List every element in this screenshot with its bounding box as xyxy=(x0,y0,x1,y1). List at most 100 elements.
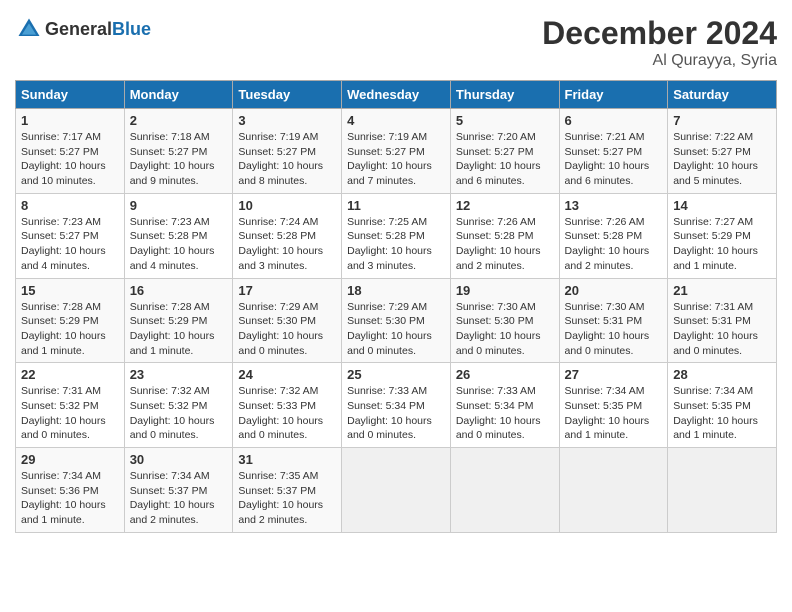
col-saturday: Saturday xyxy=(668,81,777,109)
month-title: December 2024 xyxy=(542,15,777,52)
day-number: 17 xyxy=(238,283,336,298)
calendar-cell: 16 Sunrise: 7:28 AM Sunset: 5:29 PM Dayli… xyxy=(124,278,233,363)
day-number: 13 xyxy=(565,198,663,213)
day-number: 29 xyxy=(21,452,119,467)
day-info: Sunrise: 7:32 AM Sunset: 5:33 PM Dayligh… xyxy=(238,384,336,443)
calendar-table: Sunday Monday Tuesday Wednesday Thursday… xyxy=(15,80,777,533)
title-area: December 2024 Al Qurayya, Syria xyxy=(542,15,777,70)
day-number: 28 xyxy=(673,367,771,382)
day-info: Sunrise: 7:33 AM Sunset: 5:34 PM Dayligh… xyxy=(456,384,554,443)
calendar-cell: 10Sunrise: 7:24 AM Sunset: 5:28 PM Dayli… xyxy=(233,193,342,278)
calendar-cell: 9 Sunrise: 7:23 AM Sunset: 5:28 PM Daylig… xyxy=(124,193,233,278)
calendar-cell: 30 Sunrise: 7:34 AM Sunset: 5:37 PM Dayli… xyxy=(124,448,233,533)
calendar-cell: 12 Sunrise: 7:26 AM Sunset: 5:28 PM Dayli… xyxy=(450,193,559,278)
day-info: Sunrise: 7:31 AM Sunset: 5:31 PM Dayligh… xyxy=(673,300,771,359)
day-number: 16 xyxy=(130,283,228,298)
day-info: Sunrise: 7:34 AM Sunset: 5:36 PM Dayligh… xyxy=(21,469,119,528)
day-info: Sunrise: 7:21 AM Sunset: 5:27 PM Dayligh… xyxy=(565,130,663,189)
location-title: Al Qurayya, Syria xyxy=(542,52,777,70)
calendar-cell: 26Sunrise: 7:33 AM Sunset: 5:34 PM Dayli… xyxy=(450,363,559,448)
calendar-cell: 2 Sunrise: 7:18 AM Sunset: 5:27 PM Daylig… xyxy=(124,109,233,194)
day-number: 8 xyxy=(21,198,119,213)
day-info: Sunrise: 7:19 AM Sunset: 5:27 PM Dayligh… xyxy=(347,130,445,189)
page-header: GeneralBlue December 2024 Al Qurayya, Sy… xyxy=(15,15,777,70)
calendar-header-row: Sunday Monday Tuesday Wednesday Thursday… xyxy=(16,81,777,109)
calendar-cell: 24 Sunrise: 7:32 AM Sunset: 5:33 PM Dayli… xyxy=(233,363,342,448)
calendar-cell: 21 Sunrise: 7:31 AM Sunset: 5:31 PM Dayli… xyxy=(668,278,777,363)
day-number: 24 xyxy=(238,367,336,382)
calendar-cell: 4 Sunrise: 7:19 AM Sunset: 5:27 PM Daylig… xyxy=(342,109,451,194)
calendar-cell: 7 Sunrise: 7:22 AM Sunset: 5:27 PM Daylig… xyxy=(668,109,777,194)
calendar-cell: 3Sunrise: 7:19 AM Sunset: 5:27 PM Daylig… xyxy=(233,109,342,194)
day-info: Sunrise: 7:28 AM Sunset: 5:29 PM Dayligh… xyxy=(21,300,119,359)
calendar-cell: 31Sunrise: 7:35 AM Sunset: 5:37 PM Dayli… xyxy=(233,448,342,533)
day-info: Sunrise: 7:23 AM Sunset: 5:28 PM Dayligh… xyxy=(130,215,228,274)
day-number: 12 xyxy=(456,198,554,213)
calendar-cell: 19Sunrise: 7:30 AM Sunset: 5:30 PM Dayli… xyxy=(450,278,559,363)
day-number: 5 xyxy=(456,113,554,128)
day-info: Sunrise: 7:32 AM Sunset: 5:32 PM Dayligh… xyxy=(130,384,228,443)
day-number: 19 xyxy=(456,283,554,298)
logo: GeneralBlue xyxy=(15,15,151,43)
logo-icon xyxy=(15,15,43,43)
day-number: 21 xyxy=(673,283,771,298)
calendar-cell: 18Sunrise: 7:29 AM Sunset: 5:30 PM Dayli… xyxy=(342,278,451,363)
day-info: Sunrise: 7:30 AM Sunset: 5:31 PM Dayligh… xyxy=(565,300,663,359)
calendar-cell: 29 Sunrise: 7:34 AM Sunset: 5:36 PM Dayli… xyxy=(16,448,125,533)
col-monday: Monday xyxy=(124,81,233,109)
calendar-week-row: 15 Sunrise: 7:28 AM Sunset: 5:29 PM Dayli… xyxy=(16,278,777,363)
day-info: Sunrise: 7:26 AM Sunset: 5:28 PM Dayligh… xyxy=(456,215,554,274)
calendar-cell: 23 Sunrise: 7:32 AM Sunset: 5:32 PM Dayli… xyxy=(124,363,233,448)
day-info: Sunrise: 7:31 AM Sunset: 5:32 PM Dayligh… xyxy=(21,384,119,443)
day-number: 25 xyxy=(347,367,445,382)
day-number: 31 xyxy=(238,452,336,467)
day-info: Sunrise: 7:18 AM Sunset: 5:27 PM Dayligh… xyxy=(130,130,228,189)
day-number: 22 xyxy=(21,367,119,382)
day-info: Sunrise: 7:34 AM Sunset: 5:35 PM Dayligh… xyxy=(565,384,663,443)
calendar-cell: 5 Sunrise: 7:20 AM Sunset: 5:27 PM Daylig… xyxy=(450,109,559,194)
day-info: Sunrise: 7:28 AM Sunset: 5:29 PM Dayligh… xyxy=(130,300,228,359)
col-wednesday: Wednesday xyxy=(342,81,451,109)
calendar-cell: 8Sunrise: 7:23 AM Sunset: 5:27 PM Daylig… xyxy=(16,193,125,278)
col-sunday: Sunday xyxy=(16,81,125,109)
day-number: 2 xyxy=(130,113,228,128)
day-number: 9 xyxy=(130,198,228,213)
calendar-cell: 13 Sunrise: 7:26 AM Sunset: 5:28 PM Dayli… xyxy=(559,193,668,278)
calendar-cell: 1 Sunrise: 7:17 AM Sunset: 5:27 PM Daylig… xyxy=(16,109,125,194)
day-number: 23 xyxy=(130,367,228,382)
day-number: 10 xyxy=(238,198,336,213)
col-friday: Friday xyxy=(559,81,668,109)
calendar-cell: 14Sunrise: 7:27 AM Sunset: 5:29 PM Dayli… xyxy=(668,193,777,278)
calendar-cell: 22 Sunrise: 7:31 AM Sunset: 5:32 PM Dayli… xyxy=(16,363,125,448)
col-tuesday: Tuesday xyxy=(233,81,342,109)
day-number: 4 xyxy=(347,113,445,128)
calendar-cell: 27Sunrise: 7:34 AM Sunset: 5:35 PM Dayli… xyxy=(559,363,668,448)
day-info: Sunrise: 7:26 AM Sunset: 5:28 PM Dayligh… xyxy=(565,215,663,274)
calendar-cell: 17 Sunrise: 7:29 AM Sunset: 5:30 PM Dayli… xyxy=(233,278,342,363)
day-info: Sunrise: 7:27 AM Sunset: 5:29 PM Dayligh… xyxy=(673,215,771,274)
day-info: Sunrise: 7:17 AM Sunset: 5:27 PM Dayligh… xyxy=(21,130,119,189)
calendar-cell xyxy=(450,448,559,533)
day-number: 15 xyxy=(21,283,119,298)
logo-text-general: General xyxy=(45,19,112,39)
calendar-cell xyxy=(559,448,668,533)
day-number: 18 xyxy=(347,283,445,298)
day-number: 6 xyxy=(565,113,663,128)
calendar-week-row: 1 Sunrise: 7:17 AM Sunset: 5:27 PM Daylig… xyxy=(16,109,777,194)
day-number: 1 xyxy=(21,113,119,128)
calendar-cell: 25Sunrise: 7:33 AM Sunset: 5:34 PM Dayli… xyxy=(342,363,451,448)
day-info: Sunrise: 7:29 AM Sunset: 5:30 PM Dayligh… xyxy=(238,300,336,359)
day-info: Sunrise: 7:25 AM Sunset: 5:28 PM Dayligh… xyxy=(347,215,445,274)
day-info: Sunrise: 7:22 AM Sunset: 5:27 PM Dayligh… xyxy=(673,130,771,189)
calendar-cell: 11 Sunrise: 7:25 AM Sunset: 5:28 PM Dayli… xyxy=(342,193,451,278)
day-info: Sunrise: 7:19 AM Sunset: 5:27 PM Dayligh… xyxy=(238,130,336,189)
calendar-cell xyxy=(342,448,451,533)
day-number: 30 xyxy=(130,452,228,467)
day-info: Sunrise: 7:20 AM Sunset: 5:27 PM Dayligh… xyxy=(456,130,554,189)
day-number: 7 xyxy=(673,113,771,128)
day-info: Sunrise: 7:34 AM Sunset: 5:37 PM Dayligh… xyxy=(130,469,228,528)
calendar-week-row: 8Sunrise: 7:23 AM Sunset: 5:27 PM Daylig… xyxy=(16,193,777,278)
day-number: 11 xyxy=(347,198,445,213)
calendar-cell: 6 Sunrise: 7:21 AM Sunset: 5:27 PM Daylig… xyxy=(559,109,668,194)
day-info: Sunrise: 7:34 AM Sunset: 5:35 PM Dayligh… xyxy=(673,384,771,443)
